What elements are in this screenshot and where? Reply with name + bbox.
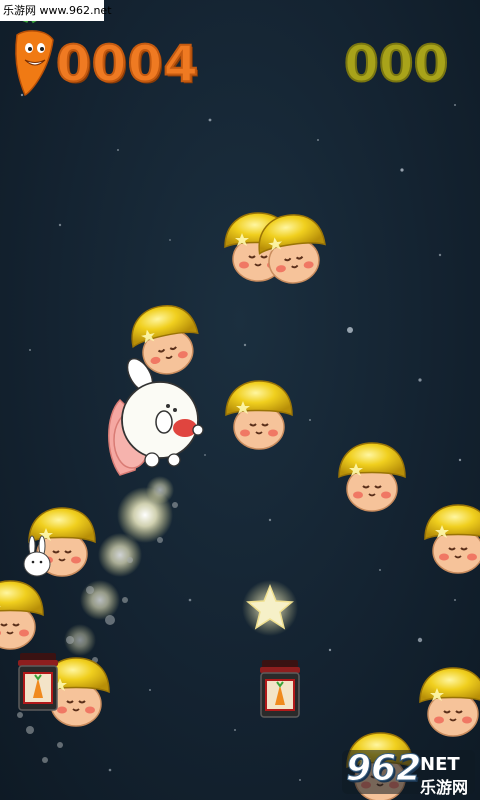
site-logo-number: 962 (345, 748, 422, 790)
site-logo-suffix: NET (420, 754, 460, 775)
star-powerup (242, 580, 298, 636)
best-score: 000 (344, 38, 449, 90)
mushroom-enemy (0, 580, 44, 650)
carrot-mascot-icon (15, 9, 54, 97)
carrot-jar (259, 659, 301, 718)
carrot-jar (17, 652, 59, 711)
watermark-top-left: 乐游网 www.962.net (0, 0, 112, 21)
site-logo-chinese: 乐游网 (420, 778, 469, 797)
mushroom-enemy (419, 667, 480, 737)
mushroom-enemy (338, 442, 406, 512)
game-canvas[interactable] (0, 0, 480, 800)
current-score: 0004 (55, 35, 200, 93)
mushroom-enemy (225, 380, 293, 450)
player-bunny (108, 357, 204, 476)
mushroom-enemy (424, 504, 480, 574)
